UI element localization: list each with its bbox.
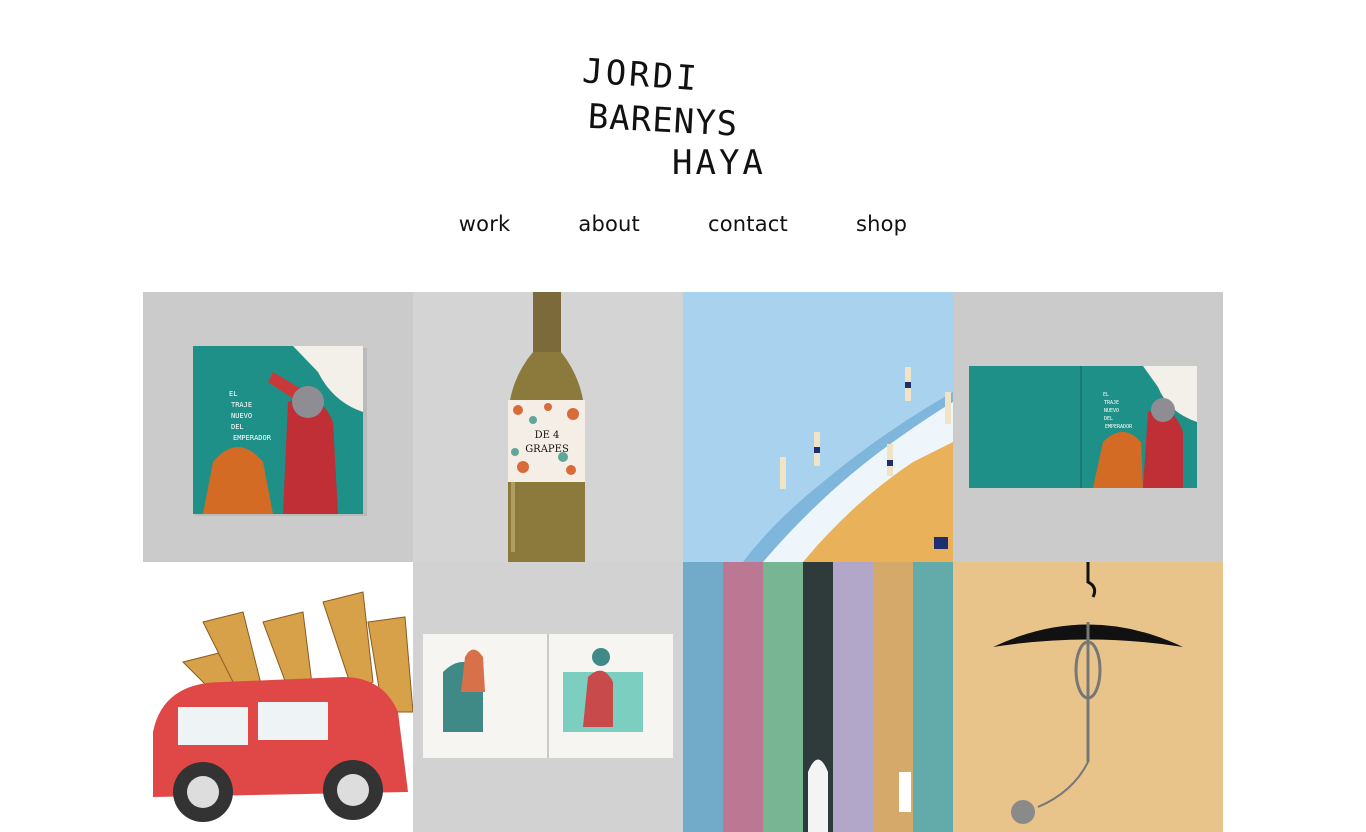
open-book-image: EL TRAJE NUEVO DEL EMPERADOR	[953, 292, 1223, 562]
logo-line-1: JORDI	[581, 51, 701, 99]
nav-about[interactable]: about	[578, 212, 640, 236]
cover-text-1: EL	[229, 390, 237, 398]
cover-text-4: DEL	[231, 423, 244, 431]
book-cover-image: EL TRAJE NUEVO DEL EMPERADOR	[143, 292, 413, 562]
nav-contact[interactable]: contact	[708, 212, 788, 236]
book-text-1: EL	[1103, 392, 1109, 398]
nav-work[interactable]: work	[459, 212, 511, 236]
giraffes-car-image	[143, 562, 413, 832]
cover-text-2: TRAJE	[231, 401, 252, 409]
tile-beach[interactable]	[683, 292, 953, 562]
tile-book-cover[interactable]: EL TRAJE NUEVO DEL EMPERADOR	[143, 292, 413, 562]
nav-shop[interactable]: shop	[856, 212, 907, 236]
portfolio-grid: EL TRAJE NUEVO DEL EMPERADOR DE 4 GRAPES	[143, 292, 1223, 832]
logo-line-2: BARENYS	[587, 97, 739, 145]
beach-image	[683, 292, 953, 562]
book-text-5: EMPERADOR	[1105, 424, 1133, 430]
main-nav: work about contact shop	[0, 212, 1366, 236]
book-text-4: DEL	[1104, 416, 1113, 422]
tile-open-book[interactable]: EL TRAJE NUEVO DEL EMPERADOR	[953, 292, 1223, 562]
tile-book-spread[interactable]	[413, 562, 683, 832]
book-spread-image	[413, 562, 683, 832]
hanger-noose-image	[953, 562, 1223, 832]
site-logo[interactable]: JORDI BARENYS HAYA	[578, 48, 774, 182]
label-text-1: DE 4	[535, 430, 560, 441]
wine-bottle-image: DE 4 GRAPES	[413, 292, 683, 562]
letter-library-image	[683, 562, 953, 832]
tile-letter-library[interactable]	[683, 562, 953, 832]
tile-wine-bottle[interactable]: DE 4 GRAPES	[413, 292, 683, 562]
book-text-3: NUEVO	[1104, 408, 1119, 414]
handwritten-logo: JORDI BARENYS HAYA	[581, 51, 766, 182]
book-text-2: TRAJE	[1104, 400, 1119, 406]
label-text-2: GRAPES	[525, 444, 569, 455]
tile-giraffes-car[interactable]	[143, 562, 413, 832]
logo-line-3: HAYA	[672, 143, 766, 182]
tile-hanger-noose[interactable]	[953, 562, 1223, 832]
cover-text-3: NUEVO	[231, 412, 252, 420]
cover-text-5: EMPERADOR	[233, 434, 272, 442]
